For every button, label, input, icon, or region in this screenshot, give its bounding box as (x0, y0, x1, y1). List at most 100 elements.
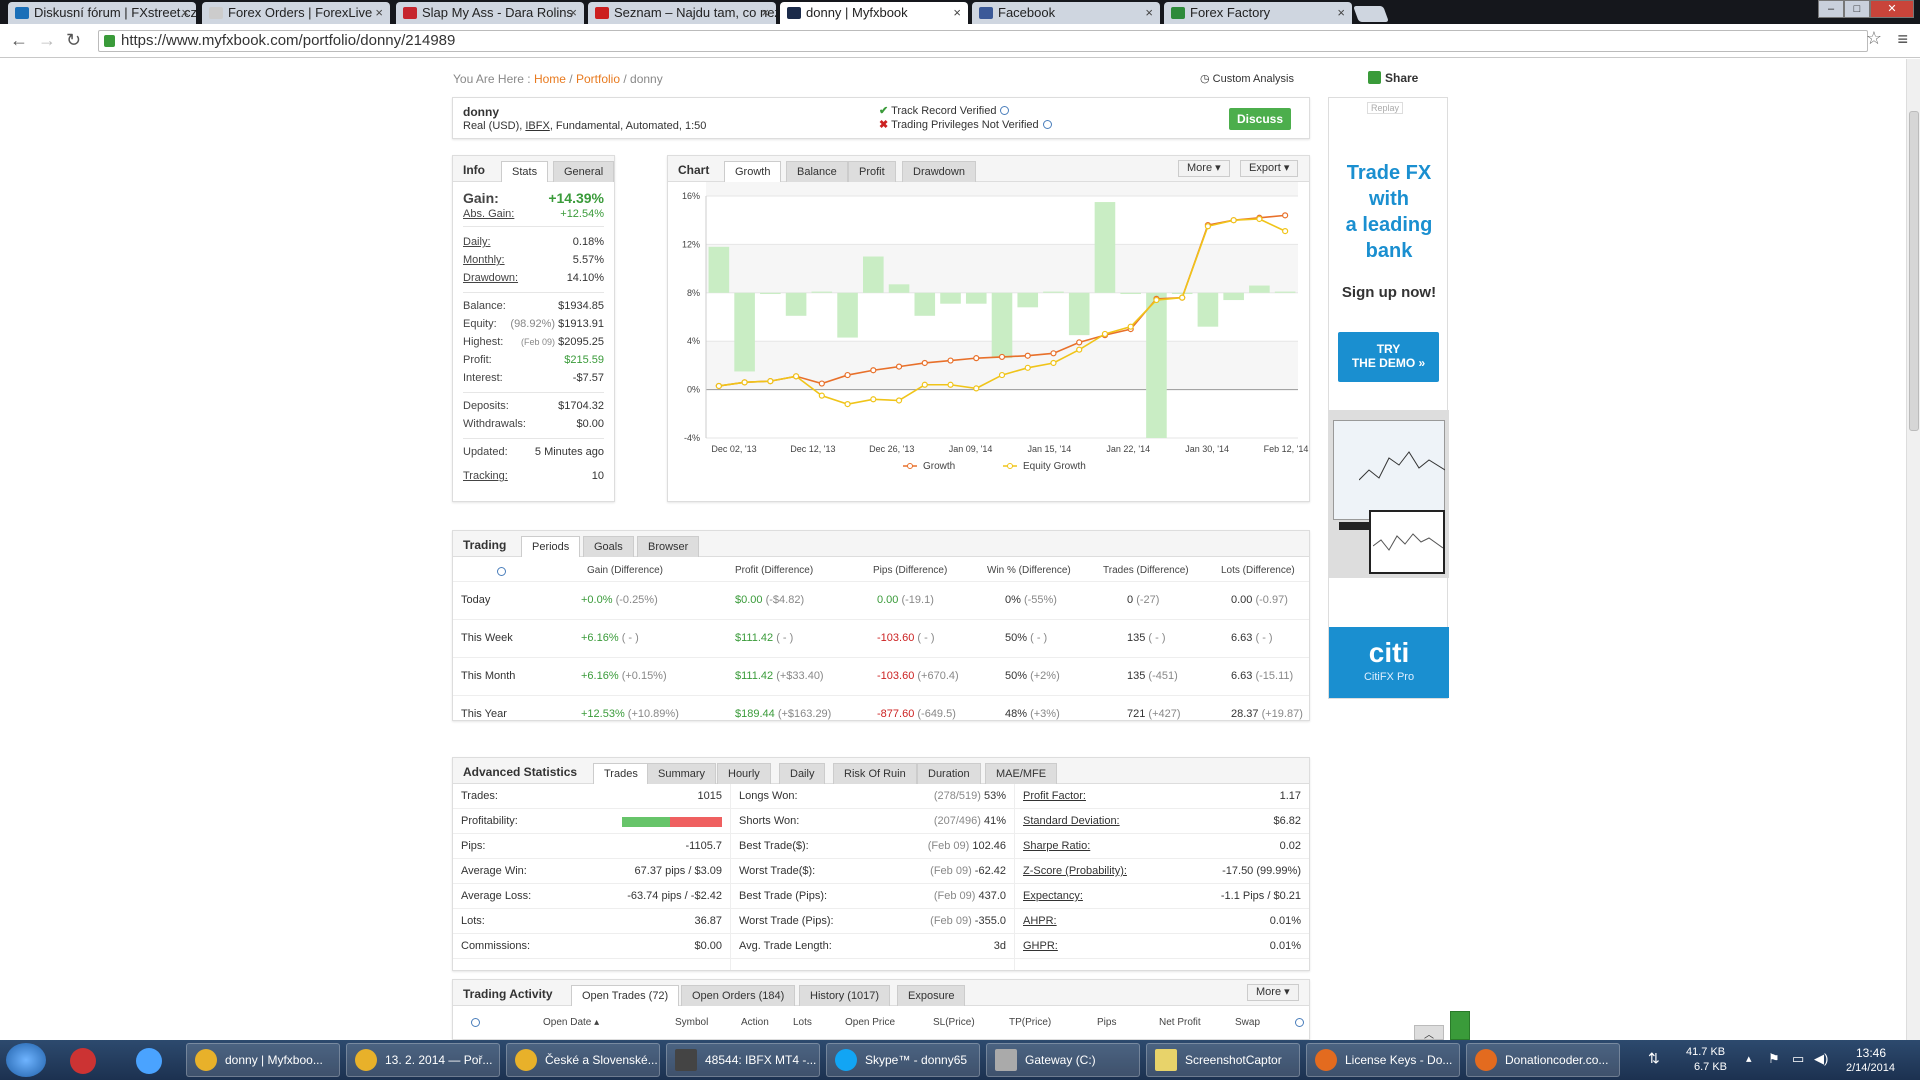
browser-tab-6[interactable]: Facebook × (972, 2, 1160, 24)
citi-ad-banner[interactable]: Replay Trade FX with a leading bank Sign… (1328, 97, 1449, 699)
data-point[interactable] (1204, 223, 1212, 230)
show-hidden-icons[interactable]: ▴ (1746, 1052, 1752, 1065)
start-button[interactable] (6, 1043, 46, 1077)
data-point[interactable] (870, 396, 877, 403)
browser-tab-3[interactable]: Slap My Ass - Dara Rolins × (396, 2, 584, 24)
browser-tab-2[interactable]: Forex Orders | ForexLive × (202, 2, 390, 24)
taskbar-item-3[interactable]: České a Slovenské... (506, 1043, 660, 1077)
data-point[interactable] (1179, 294, 1186, 301)
data-point[interactable] (818, 380, 825, 387)
tab-general[interactable]: General (553, 161, 615, 182)
taskbar-item-5[interactable]: Skype™ - donny65 (826, 1043, 980, 1077)
pinned-app-icon[interactable] (70, 1048, 96, 1074)
browser-tab-4[interactable]: Seznam – Najdu tam, co nezn × (588, 2, 776, 24)
volume-icon[interactable]: ◀) (1814, 1051, 1828, 1067)
forward-icon[interactable]: → (38, 30, 56, 51)
tab-daily[interactable]: Daily (779, 763, 826, 784)
browser-tab-7[interactable]: Forex Factory × (1164, 2, 1352, 24)
data-point[interactable] (870, 367, 877, 374)
window-close-button[interactable]: ✕ (1870, 0, 1914, 18)
more-dropdown[interactable]: More ▾ (1178, 160, 1230, 177)
more-dropdown[interactable]: More ▾ (1247, 984, 1299, 1001)
data-point[interactable] (1076, 339, 1083, 346)
data-point[interactable] (844, 401, 851, 408)
tracking-row[interactable]: Tracking: 10 (463, 470, 604, 486)
tab-risk-of-ruin[interactable]: Risk Of Ruin (833, 763, 917, 784)
data-point[interactable] (1230, 217, 1237, 224)
data-point[interactable] (973, 385, 980, 392)
help-icon[interactable] (1295, 1018, 1304, 1027)
data-point[interactable] (947, 357, 954, 364)
export-dropdown[interactable]: Export ▾ (1240, 160, 1299, 177)
taskbar-item-7[interactable]: ScreenshotCaptor (1146, 1043, 1300, 1077)
tab-trades[interactable]: Trades (593, 763, 649, 784)
tab-profit[interactable]: Profit (848, 161, 896, 182)
vertical-scrollbar[interactable] (1906, 59, 1920, 1040)
chat-icon[interactable] (1450, 1011, 1470, 1040)
breadcrumb-portfolio[interactable]: Portfolio (576, 72, 620, 86)
tab-hourly[interactable]: Hourly (717, 763, 771, 784)
close-icon[interactable]: × (1145, 2, 1153, 24)
back-icon[interactable]: ← (10, 30, 28, 51)
clock-time[interactable]: 13:46 (1856, 1046, 1886, 1060)
taskbar-item-6[interactable]: Gateway (C:) (986, 1043, 1140, 1077)
maximize-button[interactable]: □ (1844, 0, 1870, 18)
data-point[interactable] (1153, 296, 1160, 304)
help-icon[interactable] (1042, 120, 1052, 129)
close-icon[interactable]: × (569, 2, 577, 24)
tab-open-trades[interactable]: Open Trades (72) (571, 985, 680, 1006)
taskbar-item-2[interactable]: 13. 2. 2014 — Poř... (346, 1043, 500, 1077)
taskbar-item-9[interactable]: Donationcoder.co... (1466, 1043, 1620, 1077)
data-point[interactable] (921, 359, 928, 367)
close-icon[interactable]: × (1337, 2, 1345, 24)
data-point[interactable] (1282, 227, 1289, 235)
new-tab-button[interactable] (1353, 6, 1389, 22)
tab-drawdown[interactable]: Drawdown (902, 161, 976, 182)
clock-date[interactable]: 2/14/2014 (1846, 1062, 1895, 1074)
scroll-up-button[interactable]: ︿ (1414, 1025, 1444, 1040)
data-point[interactable] (1101, 330, 1109, 338)
close-icon[interactable]: × (181, 2, 189, 24)
menu-icon[interactable]: ≡ (1897, 29, 1908, 50)
data-point[interactable] (818, 392, 825, 399)
browser-tab-5[interactable]: donny | Myfxbook × (780, 2, 968, 24)
custom-analysis-link[interactable]: ◷ Custom Analysis (1200, 72, 1294, 85)
data-point[interactable] (1256, 215, 1263, 223)
flag-icon[interactable]: ⚑ (1768, 1051, 1780, 1067)
tab-goals[interactable]: Goals (583, 536, 634, 557)
taskbar-item-4[interactable]: 48544: IBFX MT4 -... (666, 1043, 820, 1077)
data-point[interactable] (895, 397, 903, 404)
data-point[interactable] (921, 381, 928, 388)
help-icon[interactable] (497, 567, 506, 576)
tab-growth[interactable]: Growth (724, 161, 782, 182)
data-point[interactable] (1050, 359, 1057, 367)
data-point[interactable] (947, 381, 954, 388)
taskbar-item-1[interactable]: donny | Myfxboo... (186, 1043, 340, 1077)
close-icon[interactable]: × (375, 2, 383, 24)
share-button[interactable]: Share (1368, 71, 1418, 85)
minimize-button[interactable]: – (1818, 0, 1844, 18)
data-point[interactable] (1050, 350, 1057, 357)
pinned-app-icon[interactable] (136, 1048, 162, 1074)
discuss-button[interactable]: Discuss (1228, 108, 1291, 130)
data-point[interactable] (844, 371, 851, 379)
data-point[interactable] (1282, 212, 1289, 219)
replay-button[interactable]: Replay (1367, 102, 1404, 114)
monitor-icon[interactable]: ▭ (1792, 1051, 1804, 1067)
tab-periods[interactable]: Periods (521, 536, 581, 557)
tab-open-orders[interactable]: Open Orders (184) (681, 985, 796, 1006)
data-point[interactable] (998, 371, 1006, 379)
data-point[interactable] (1024, 352, 1031, 359)
broker-link[interactable]: IBFX (525, 120, 549, 132)
tab-stats[interactable]: Stats (501, 161, 549, 182)
taskbar-item-8[interactable]: License Keys - Do... (1306, 1043, 1460, 1077)
data-point[interactable] (973, 355, 980, 362)
tab-browser[interactable]: Browser (637, 536, 700, 557)
data-point[interactable] (767, 378, 774, 385)
data-point[interactable] (741, 379, 748, 386)
try-demo-button[interactable]: TRY THE DEMO » (1338, 332, 1439, 382)
tab-exposure[interactable]: Exposure (897, 985, 966, 1006)
data-point[interactable] (1076, 346, 1083, 353)
data-point[interactable] (715, 382, 722, 390)
url-input[interactable]: https://www.myfxbook.com/portfolio/donny… (98, 30, 1868, 52)
